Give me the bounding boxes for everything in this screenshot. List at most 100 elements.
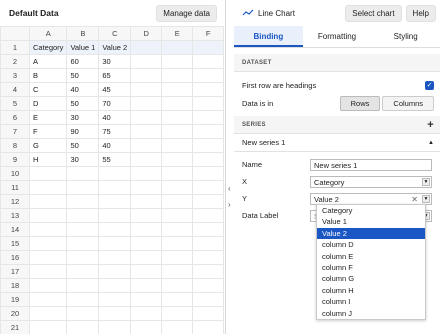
sheet-cell[interactable]: 75 (98, 124, 132, 139)
sheet-cell[interactable] (130, 320, 163, 334)
sheet-cell[interactable] (192, 222, 225, 237)
sheet-cell[interactable] (28, 306, 68, 321)
sheet-cell[interactable] (192, 208, 225, 223)
sheet-cell[interactable] (98, 250, 132, 265)
sheet-cell[interactable]: A (28, 54, 68, 69)
sheet-cell[interactable] (130, 222, 163, 237)
select-chart-button[interactable]: Select chart (345, 4, 402, 22)
row-number[interactable]: 18 (0, 278, 30, 293)
row-number[interactable]: 10 (0, 166, 30, 181)
sheet-cell[interactable] (130, 166, 163, 181)
sheet-cell[interactable] (161, 292, 194, 307)
sheet-cell[interactable] (130, 208, 163, 223)
sheet-cell[interactable] (130, 292, 163, 307)
sheet-cell[interactable] (192, 110, 225, 125)
sheet-cell[interactable] (192, 68, 225, 83)
chevron-left-icon[interactable]: ‹ (228, 184, 231, 193)
sheet-cell[interactable] (66, 250, 100, 265)
row-number[interactable]: 20 (0, 306, 30, 321)
columns-button[interactable]: Columns (382, 95, 434, 111)
sheet-cell[interactable] (192, 138, 225, 153)
sheet-cell[interactable] (192, 54, 225, 69)
sheet-cell[interactable] (98, 166, 132, 181)
row-number[interactable]: 12 (0, 194, 30, 209)
dropdown-option[interactable]: Value 2 (317, 227, 425, 240)
sheet-cell[interactable]: F (28, 124, 68, 139)
sheet-cell[interactable] (161, 110, 194, 125)
column-header[interactable]: B (66, 26, 100, 41)
tab-formatting[interactable]: Formatting (303, 26, 372, 47)
sheet-cell[interactable]: 90 (66, 124, 100, 139)
chevron-right-icon[interactable]: › (228, 200, 231, 209)
sheet-cell[interactable] (192, 96, 225, 111)
dropdown-option[interactable]: column I (317, 296, 425, 307)
chevron-down-icon[interactable]: ▼ (422, 194, 430, 203)
sheet-cell[interactable] (130, 306, 163, 321)
sheet-cell[interactable] (130, 250, 163, 265)
sheet-cell[interactable] (192, 152, 225, 167)
sheet-cell[interactable] (130, 236, 163, 251)
dropdown-option[interactable]: column G (317, 273, 425, 284)
sheet-cell[interactable]: 65 (98, 68, 132, 83)
sheet-cell[interactable]: G (28, 138, 68, 153)
column-header[interactable]: F (192, 26, 225, 41)
row-number[interactable]: 14 (0, 222, 30, 237)
sheet-cell[interactable]: 40 (98, 138, 132, 153)
sheet-cell[interactable]: 70 (98, 96, 132, 111)
sheet-cell[interactable] (192, 166, 225, 181)
sheet-cell[interactable] (161, 152, 194, 167)
sheet-cell[interactable] (192, 306, 225, 321)
sheet-cell[interactable] (28, 292, 68, 307)
sheet-cell[interactable] (98, 194, 132, 209)
sheet-cell[interactable]: 55 (98, 152, 132, 167)
help-button[interactable]: Help (405, 4, 436, 22)
row-number[interactable]: 15 (0, 236, 30, 251)
sheet-cell[interactable] (161, 208, 194, 223)
sheet-cell[interactable] (130, 82, 163, 97)
sheet-cell[interactable] (130, 180, 163, 195)
sheet-cell[interactable] (98, 292, 132, 307)
sheet-cell[interactable] (130, 138, 163, 153)
sheet-cell[interactable]: 30 (66, 110, 100, 125)
sheet-cell[interactable] (161, 54, 194, 69)
sheet-cell[interactable] (161, 68, 194, 83)
dropdown-option[interactable]: Category (317, 205, 425, 216)
row-number[interactable]: 6 (0, 110, 30, 125)
caret-up-icon[interactable]: ▲ (428, 140, 434, 146)
sheet-cell[interactable] (28, 166, 68, 181)
sheet-cell[interactable] (192, 250, 225, 265)
sheet-cell[interactable] (98, 320, 132, 334)
sheet-cell[interactable] (66, 236, 100, 251)
sheet-cell[interactable]: Value 2 (98, 40, 132, 55)
sheet-cell[interactable] (98, 306, 132, 321)
dropdown-option[interactable]: column D (317, 239, 425, 250)
sheet-cell[interactable]: Value 1 (66, 40, 100, 55)
row-number[interactable]: 4 (0, 82, 30, 97)
chevron-down-icon[interactable]: ▼ (422, 177, 430, 186)
sheet-cell[interactable] (161, 278, 194, 293)
corner-cell[interactable] (0, 26, 30, 41)
sheet-cell[interactable] (161, 306, 194, 321)
row-number[interactable]: 1 (0, 40, 30, 55)
sheet-cell[interactable] (161, 250, 194, 265)
dropdown-option[interactable]: column H (317, 285, 425, 296)
sheet-cell[interactable] (192, 292, 225, 307)
sheet-cell[interactable] (130, 54, 163, 69)
sheet-cell[interactable] (192, 40, 225, 55)
row-number[interactable]: 21 (0, 320, 30, 334)
sheet-cell[interactable] (28, 180, 68, 195)
sheet-cell[interactable] (28, 320, 68, 334)
sheet-cell[interactable] (66, 292, 100, 307)
dropdown-option[interactable]: column J (317, 308, 425, 319)
sheet-cell[interactable] (66, 194, 100, 209)
sheet-cell[interactable] (130, 96, 163, 111)
sheet-cell[interactable] (192, 278, 225, 293)
clear-icon[interactable]: ✕ (411, 194, 418, 205)
sheet-cell[interactable] (98, 278, 132, 293)
sheet-cell[interactable] (130, 110, 163, 125)
sheet-cell[interactable] (130, 278, 163, 293)
sheet-cell[interactable]: 45 (98, 82, 132, 97)
sheet-cell[interactable] (192, 264, 225, 279)
sheet-cell[interactable] (130, 264, 163, 279)
row-number[interactable]: 7 (0, 124, 30, 139)
